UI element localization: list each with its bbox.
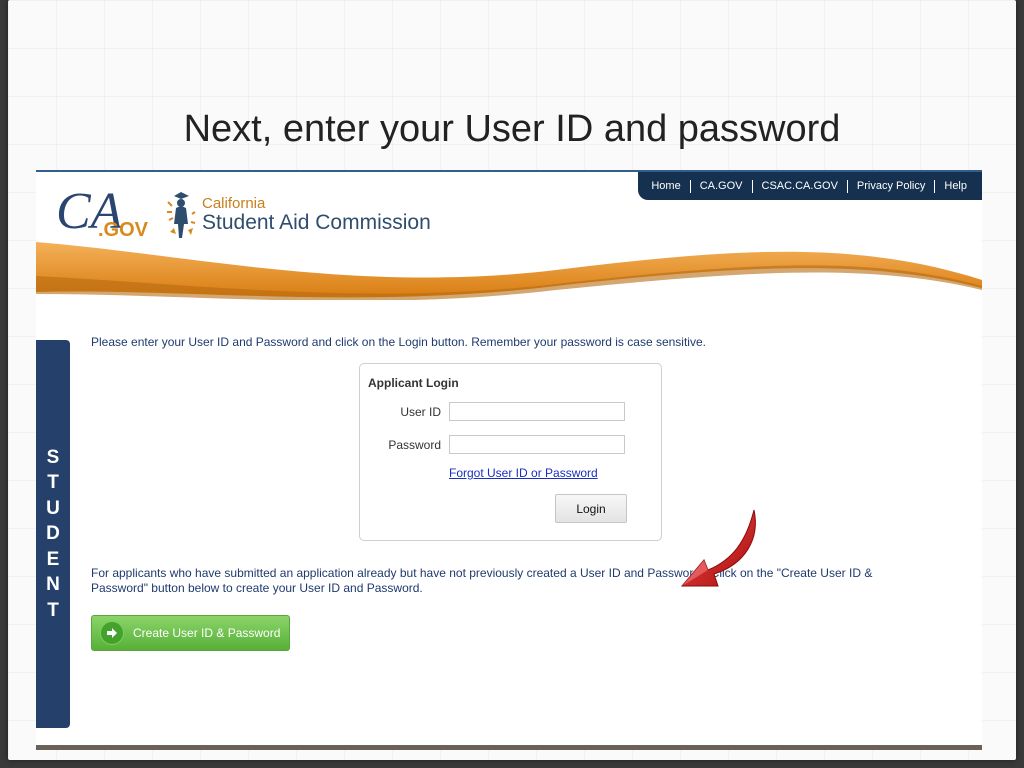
- password-input[interactable]: [449, 435, 625, 454]
- create-user-id-button[interactable]: Create User ID & Password: [91, 615, 290, 651]
- arrow-right-icon: [100, 621, 124, 645]
- password-label: Password: [388, 438, 441, 452]
- side-tab-letter: D: [46, 523, 60, 545]
- red-arrow-icon: [680, 509, 756, 587]
- top-navigation: Home CA.GOV CSAC.CA.GOV Privacy Policy H…: [638, 172, 982, 200]
- screenshot-bottom-border: [36, 745, 982, 750]
- csac-logo-line2: Student Aid Commission: [202, 211, 431, 234]
- header-swoosh: [36, 242, 982, 300]
- side-tab-letter: T: [47, 472, 59, 494]
- graduate-icon: [167, 192, 196, 238]
- side-tab-letter: E: [46, 548, 60, 570]
- website-screenshot: CA .GOV California Student Aid Commissio…: [36, 170, 982, 748]
- login-instructions: Please enter your User ID and Password a…: [91, 335, 706, 349]
- create-user-id-label: Create User ID & Password: [133, 626, 281, 640]
- side-tab-letter: U: [46, 497, 60, 519]
- csac-logo[interactable]: California Student Aid Commission: [164, 188, 431, 240]
- nav-ca-gov[interactable]: CA.GOV: [691, 180, 752, 192]
- side-tab-letter: N: [46, 574, 60, 596]
- slide-title: Next, enter your User ID and password: [183, 108, 841, 150]
- side-tab-letter: T: [47, 599, 59, 621]
- student-side-tab: S T U D E N T: [36, 340, 70, 728]
- user-id-input[interactable]: [449, 402, 625, 421]
- csac-logo-line1: California: [202, 195, 266, 212]
- screenshot-top-border: [36, 170, 982, 172]
- login-button[interactable]: Login: [555, 494, 627, 523]
- nav-help[interactable]: Help: [935, 180, 976, 192]
- forgot-credentials-link[interactable]: Forgot User ID or Password: [449, 466, 598, 480]
- create-account-note: For applicants who have submitted an app…: [91, 566, 873, 595]
- nav-home[interactable]: Home: [642, 180, 689, 192]
- user-id-label: User ID: [400, 405, 441, 419]
- nav-csac-ca-gov[interactable]: CSAC.CA.GOV: [753, 180, 847, 192]
- side-tab-letter: S: [46, 446, 60, 468]
- nav-privacy-policy[interactable]: Privacy Policy: [848, 180, 934, 192]
- login-title: Applicant Login: [368, 376, 459, 390]
- applicant-login-panel: Applicant Login User ID Password Forgot …: [359, 363, 662, 541]
